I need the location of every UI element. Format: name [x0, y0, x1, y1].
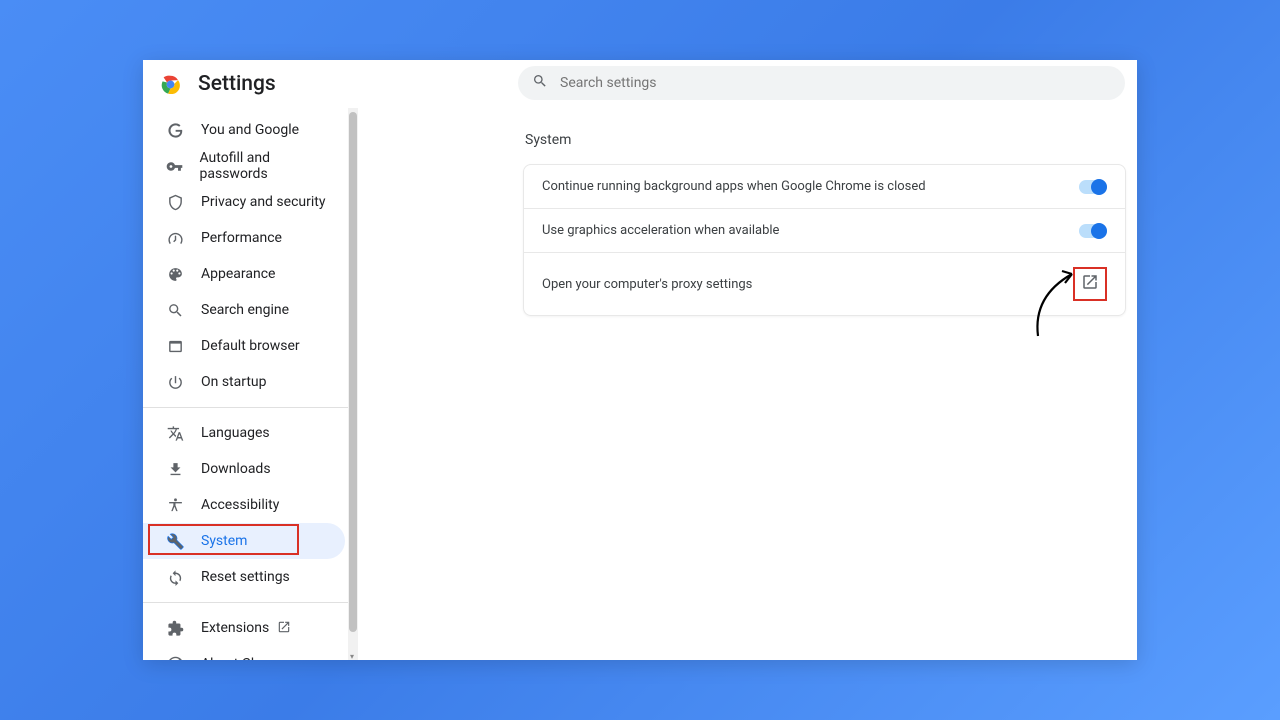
page-title: Settings [198, 72, 276, 96]
search-bar[interactable] [518, 66, 1125, 100]
open-external-button[interactable] [1073, 267, 1107, 301]
search-icon [532, 73, 560, 93]
download-icon [165, 459, 185, 479]
power-icon [165, 372, 185, 392]
nav-separator [143, 407, 353, 408]
open-external-icon [1081, 273, 1099, 295]
sidebar: You and Google Autofill and passwords Priv… [143, 108, 353, 660]
sidebar-item-label: Privacy and security [201, 194, 325, 210]
wrench-icon [165, 531, 185, 551]
sidebar-item-you-and-google[interactable]: You and Google [143, 112, 353, 148]
sidebar-item-accessibility[interactable]: Accessibility [143, 487, 353, 523]
sidebar-item-downloads[interactable]: Downloads [143, 451, 353, 487]
row-label: Open your computer's proxy settings [542, 277, 752, 292]
key-icon [165, 156, 184, 176]
sidebar-item-performance[interactable]: Performance [143, 220, 353, 256]
sidebar-item-search-engine[interactable]: Search engine [143, 292, 353, 328]
section-title: System [525, 132, 1125, 148]
settings-window: Settings You and Google Autofill and pass… [143, 60, 1137, 660]
toggle-switch[interactable] [1079, 180, 1107, 194]
sidebar-item-appearance[interactable]: Appearance [143, 256, 353, 292]
sidebar-item-label: Performance [201, 230, 282, 246]
sidebar-item-label: Appearance [201, 266, 275, 282]
translate-icon [165, 423, 185, 443]
extension-icon [165, 618, 185, 638]
sidebar-item-default-browser[interactable]: Default browser [143, 328, 353, 364]
sidebar-item-label: Search engine [201, 302, 289, 318]
scroll-down-icon[interactable]: ▾ [350, 652, 356, 658]
sidebar-item-system[interactable]: System [143, 523, 345, 559]
sidebar-item-reset[interactable]: Reset settings [143, 559, 353, 595]
browser-icon [165, 336, 185, 356]
sidebar-item-label: On startup [201, 374, 267, 390]
sidebar-item-label: Autofill and passwords [200, 150, 332, 182]
sidebar-item-extensions[interactable]: Extensions [143, 610, 353, 646]
sidebar-item-label: Reset settings [201, 569, 290, 585]
speedometer-icon [165, 228, 185, 248]
accessibility-icon [165, 495, 185, 515]
sidebar-item-label: Extensions [201, 620, 269, 636]
settings-row: Use graphics acceleration when available [524, 209, 1125, 253]
row-label: Use graphics acceleration when available [542, 223, 779, 238]
google-icon [165, 120, 185, 140]
sidebar-item-label: Accessibility [201, 497, 279, 513]
sidebar-item-about[interactable]: About Chrome [143, 646, 353, 660]
sidebar-item-label: Languages [201, 425, 270, 441]
settings-card: Continue running background apps when Go… [523, 164, 1126, 316]
settings-row: Continue running background apps when Go… [524, 165, 1125, 209]
sidebar-item-autofill[interactable]: Autofill and passwords [143, 148, 353, 184]
sidebar-scrollbar[interactable]: ▴ ▾ [348, 108, 358, 660]
sidebar-item-label: About Chrome [201, 656, 291, 660]
palette-icon [165, 264, 185, 284]
sidebar-item-languages[interactable]: Languages [143, 415, 353, 451]
shield-icon [165, 192, 185, 212]
row-label: Continue running background apps when Go… [542, 179, 926, 194]
main-content: System Continue running background apps … [365, 108, 1137, 660]
scrollbar-thumb[interactable] [349, 112, 357, 632]
sidebar-item-label: You and Google [201, 122, 299, 138]
sidebar-item-on-startup[interactable]: On startup [143, 364, 353, 400]
settings-row[interactable]: Open your computer's proxy settings [524, 253, 1125, 315]
nav-separator [143, 602, 353, 603]
sidebar-item-label: Default browser [201, 338, 300, 354]
reset-icon [165, 567, 185, 587]
search-input[interactable] [560, 75, 1111, 91]
sidebar-item-privacy[interactable]: Privacy and security [143, 184, 353, 220]
external-link-icon [277, 619, 291, 638]
search-icon [165, 300, 185, 320]
chrome-logo-icon [161, 75, 180, 94]
sidebar-item-label: System [201, 533, 247, 549]
sidebar-item-label: Downloads [201, 461, 271, 477]
toggle-switch[interactable] [1079, 224, 1107, 238]
chrome-icon [165, 654, 185, 660]
